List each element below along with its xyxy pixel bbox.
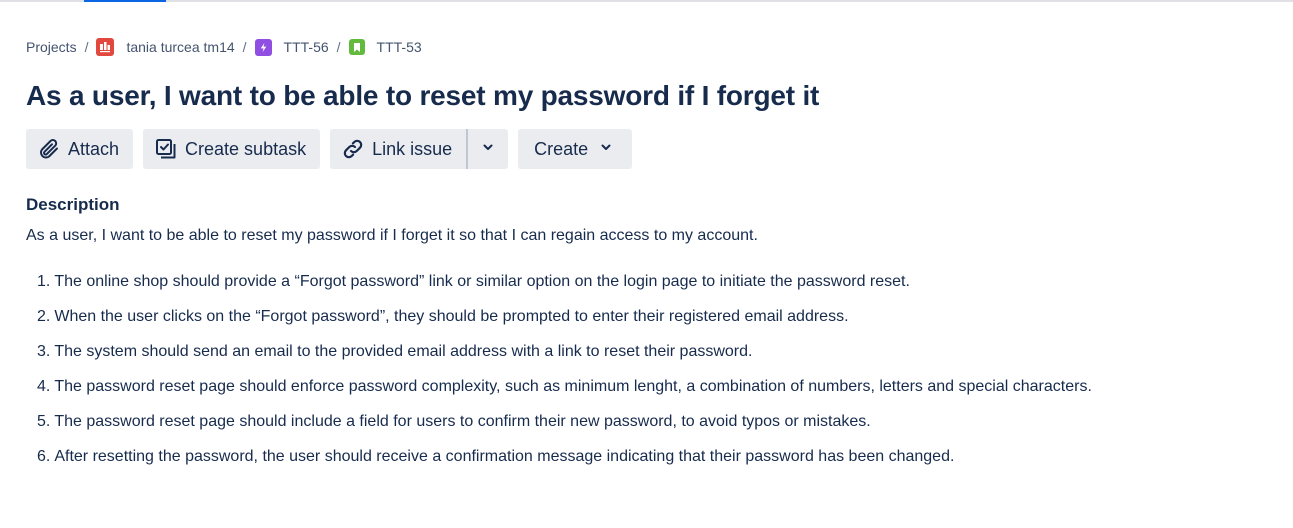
breadcrumb-separator: / [84,39,89,55]
create-dropdown-button[interactable]: Create [518,129,633,169]
subtask-checkbox-icon [153,136,179,162]
breadcrumb-project[interactable]: tania turcea tm14 [96,38,235,56]
breadcrumb-separator: / [242,39,247,55]
epic-lightning-icon [254,38,272,56]
link-icon [340,136,366,162]
create-subtask-button[interactable]: Create subtask [143,129,321,169]
chevron-down-icon [598,139,614,160]
list-item: 1. The online shop should provide a “Forg… [37,273,910,290]
list-item: 6. After resetting the password, the user… [37,448,955,465]
requirements-list: 1. The online shop should provide a “Forg… [37,271,1092,481]
link-issue-button-group: Link issue [330,129,509,169]
link-issue-button[interactable]: Link issue [330,129,467,169]
issue-toolbar: Attach Create subtask Link issue Create [26,129,633,169]
story-bookmark-icon [348,39,365,55]
paperclip-icon [36,136,62,162]
description-heading: Description [26,195,120,214]
description-text[interactable]: As a user, I want to be able to reset my… [26,227,758,245]
issue-title[interactable]: As a user, I want to be able to reset my… [26,80,819,112]
breadcrumb-separator: / [336,39,341,55]
project-avatar-icon [96,38,115,56]
breadcrumb-projects[interactable]: Projects [26,39,77,55]
top-divider [0,0,1293,2]
chevron-down-icon [480,139,496,160]
list-item: 2. When the user clicks on the “Forgot pa… [37,308,849,325]
active-tab-indicator [84,0,166,2]
list-item: 3. The system should send an email to the… [37,343,753,360]
list-item: 4. The password reset page should enforce… [37,378,1092,395]
breadcrumb-story[interactable]: TTT-53 [348,39,422,55]
breadcrumb-epic[interactable]: TTT-56 [254,38,329,56]
list-item: 5. The password reset page should include… [37,413,871,430]
attach-button[interactable]: Attach [26,129,134,169]
link-issue-dropdown-button[interactable] [468,129,509,169]
breadcrumb: Projects / tania turcea tm14 / TTT-56 / … [26,36,422,58]
